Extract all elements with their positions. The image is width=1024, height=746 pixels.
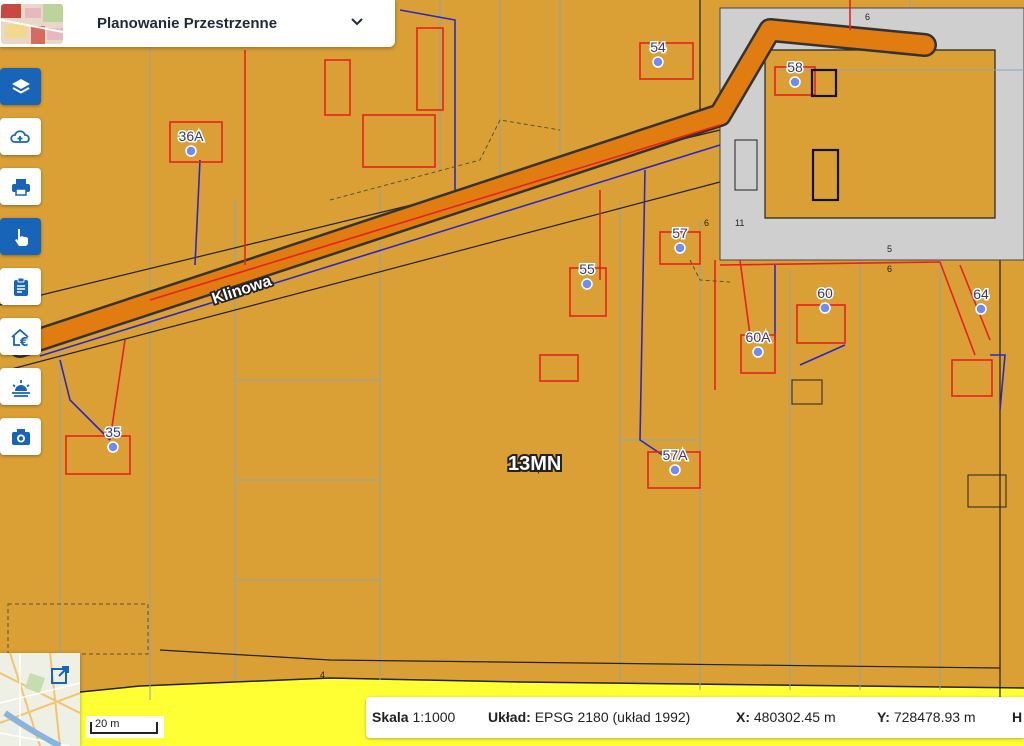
zone-label: 13MN: [508, 453, 561, 475]
address-label: 58: [787, 59, 803, 75]
scale-bar-label: 20 m: [95, 718, 120, 730]
scale-bar: 20 m: [86, 716, 164, 738]
address-point[interactable]: [652, 56, 664, 68]
cloud-add-button[interactable]: [0, 118, 41, 155]
overview-minimap[interactable]: [0, 653, 80, 746]
layers-button[interactable]: [0, 68, 41, 105]
h-label: H: [1012, 709, 1023, 725]
identify-button[interactable]: [0, 218, 41, 255]
screenshot-button[interactable]: [0, 418, 41, 455]
address-label: 57A: [663, 447, 689, 463]
scale-value[interactable]: 1:1000: [412, 709, 455, 725]
plan-number-label: 11: [735, 218, 744, 228]
report-button[interactable]: [0, 268, 41, 305]
svg-text:€: €: [19, 335, 28, 348]
plan-number-label: 4: [320, 670, 325, 680]
address-label: 55: [579, 261, 595, 277]
chevron-down-icon[interactable]: [349, 14, 365, 30]
y-coord-value: 728478.93 m: [893, 709, 976, 725]
address-label: 54: [650, 39, 666, 55]
external-link-icon[interactable]: [50, 665, 70, 685]
x-coord-label: X:: [736, 709, 750, 725]
address-label: 57: [672, 225, 688, 241]
layers-icon: [11, 78, 30, 94]
plan-number-label: 6: [887, 264, 892, 274]
address-label: 64: [973, 286, 989, 302]
address-point[interactable]: [669, 464, 681, 476]
address-point[interactable]: [185, 145, 197, 157]
plan-number-label: 6: [704, 218, 709, 228]
print-button[interactable]: [0, 168, 41, 205]
layer-thumbnail: [1, 3, 63, 44]
plan-number-label: 5: [887, 244, 892, 254]
address-point[interactable]: [975, 303, 987, 315]
address-label: 60A: [746, 329, 772, 345]
address-point[interactable]: [752, 346, 764, 358]
sunrise-button[interactable]: [0, 368, 41, 405]
status-bar: Skala 1:1000 Układ: EPSG 2180 (układ 199…: [366, 697, 1024, 738]
x-coord-value: 480302.45 m: [753, 709, 836, 725]
property-price-button[interactable]: €: [0, 318, 41, 355]
sunrise-icon: [11, 379, 30, 397]
house-euro-icon: €: [10, 328, 29, 348]
plan-number-label: 6: [865, 12, 870, 22]
address-label: 36A: [179, 128, 205, 144]
address-point[interactable]: [819, 302, 831, 314]
planning-map[interactable]: Klinowa 13MN 36A5458575560 6460A3557A 6 11…: [0, 0, 1024, 746]
hand-pointer-icon: [14, 228, 28, 246]
address-label: 60: [817, 285, 833, 301]
address-point[interactable]: [107, 441, 119, 453]
crs-label: Układ:: [488, 709, 531, 725]
crs-value[interactable]: EPSG 2180 (układ 1992): [535, 709, 691, 725]
camera-icon: [11, 428, 30, 445]
print-icon: [11, 178, 30, 196]
clipboard-icon: [13, 277, 28, 296]
address-point[interactable]: [674, 242, 686, 254]
y-coord-label: Y:: [877, 709, 890, 725]
cloud-add-icon: [9, 129, 30, 143]
layer-selector[interactable]: Planowanie Przestrzenne: [0, 0, 395, 47]
address-label: 35: [105, 424, 121, 440]
layer-title: Planowanie Przestrzenne: [97, 15, 278, 32]
scale-label: Skala: [372, 709, 409, 725]
address-point[interactable]: [789, 76, 801, 88]
address-point[interactable]: [581, 278, 593, 290]
